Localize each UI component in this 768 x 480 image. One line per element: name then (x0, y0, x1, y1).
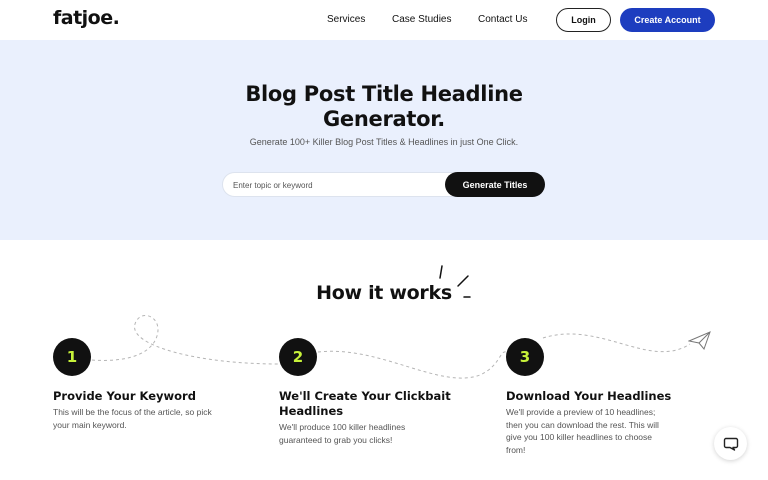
step-1-number: 1 (53, 338, 91, 376)
site-header: fatjoe. Services Case Studies Contact Us… (0, 0, 768, 40)
step-1-desc-line-2: your main keyword. (53, 419, 127, 430)
step-1-description: This will be the focus of the article, s… (53, 406, 263, 431)
hero-subtitle: Generate 100+ Killer Blog Post Titles & … (249, 137, 519, 147)
nav-case-studies[interactable]: Case Studies (392, 14, 451, 25)
hero-title-line-2: Generator. (322, 107, 445, 131)
step-2-title-line-1: We'll Create Your Clickbait (279, 389, 451, 403)
hero-title-line-1: Blog Post Title Headline (245, 82, 523, 106)
step-2-description: We'll produce 100 killer headlines guara… (279, 421, 489, 446)
dashed-path-decoration (91, 315, 691, 379)
chat-icon (723, 437, 738, 451)
step-3-desc-line-1: We'll provide a preview of 10 headlines; (506, 407, 656, 417)
step-2-title: We'll Create Your Clickbait Headlines (279, 389, 489, 419)
step-2-title-line-2: Headlines (279, 404, 344, 418)
step-1-desc-line-1: This will be the focus of the article, s… (53, 407, 212, 417)
step-3-title-line-1: Download Your Headlines (506, 389, 672, 403)
step-3-title: Download Your Headlines (506, 389, 716, 404)
paper-plane-icon (688, 331, 711, 350)
create-account-button[interactable]: Create Account (620, 8, 715, 32)
hero-title: Blog Post Title Headline Generator. (200, 82, 568, 132)
step-3-desc-line-2: then you can download the rest. This wil… (506, 419, 659, 430)
step-2-number: 2 (279, 338, 317, 376)
logo[interactable]: fatjoe. (53, 7, 120, 29)
step-3-desc-line-3: give you 100 killer headlines to choose (506, 432, 653, 442)
chat-button[interactable] (714, 427, 747, 460)
nav-contact-us[interactable]: Contact Us (478, 14, 527, 25)
step-3-description: We'll provide a preview of 10 headlines;… (506, 406, 711, 456)
step-2-desc-line-1: We'll produce 100 killer headlines (279, 422, 406, 432)
step-3-desc-line-4: from! (506, 444, 526, 455)
step-3-number: 3 (506, 338, 544, 376)
nav-services[interactable]: Services (327, 14, 365, 25)
login-button[interactable]: Login (556, 8, 611, 32)
step-2-desc-line-2: guaranteed to grab you clicks! (279, 434, 393, 445)
topic-input[interactable] (233, 178, 443, 192)
step-1-title: Provide Your Keyword (53, 389, 263, 404)
generate-titles-button[interactable]: Generate Titles (445, 172, 545, 197)
step-1-title-line-1: Provide Your Keyword (53, 389, 196, 403)
how-it-works-title: How it works (316, 282, 452, 304)
hero-section: Blog Post Title Headline Generator. Gene… (0, 40, 768, 240)
